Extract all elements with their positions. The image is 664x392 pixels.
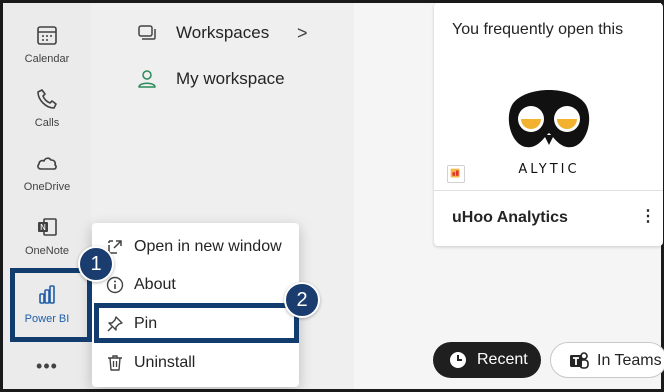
highlight-pin [94, 303, 299, 343]
onenote-icon: N [38, 218, 57, 236]
rail-item-calendar[interactable]: Calendar [3, 23, 91, 65]
filter-in-teams-button[interactable]: In Teams [550, 342, 664, 378]
workspaces-icon [138, 25, 156, 40]
nav-label-workspaces: Workspaces [176, 23, 270, 42]
rail-item-onedrive[interactable]: OneDrive [3, 151, 91, 193]
person-icon [138, 70, 156, 88]
chevron-right-icon: > [297, 22, 308, 43]
rail-label-onenote: OneNote [24, 245, 70, 257]
rail-label-onedrive: OneDrive [23, 181, 71, 193]
logo-text: ALYTIC [518, 162, 579, 177]
more-apps-button[interactable]: ••• [3, 356, 91, 377]
nav-label-my-workspace: My workspace [176, 69, 285, 88]
rail-item-calls[interactable]: Calls [3, 87, 91, 129]
svg-text:N: N [40, 223, 46, 232]
filter-recent-label: Recent [477, 351, 528, 368]
menu-label-about: About [134, 276, 176, 293]
phone-icon [37, 89, 57, 109]
menu-item-about[interactable]: About [92, 267, 299, 303]
main-content: You frequently open this ALYTIC uHoo Ana… [354, 3, 664, 389]
rail-item-onenote[interactable]: N OneNote [3, 215, 91, 257]
uhoo-owl-logo: ALYTIC [499, 77, 599, 177]
menu-item-uninstall[interactable]: Uninstall [92, 345, 299, 381]
card-divider [434, 190, 663, 191]
card-hint-text: You frequently open this [452, 21, 624, 38]
card-title: uHoo Analytics [452, 209, 568, 226]
app-badge-icon [447, 165, 465, 183]
trash-icon [108, 355, 122, 371]
nav-item-my-workspace[interactable]: My workspace [91, 63, 354, 95]
app-card[interactable]: You frequently open this ALYTIC uHoo Ana… [434, 3, 663, 246]
filter-recent-button[interactable]: Recent [433, 342, 541, 378]
menu-item-open-in-new-window[interactable]: Open in new window [92, 229, 299, 265]
menu-label-uninstall: Uninstall [134, 354, 196, 371]
highlight-power-bi [10, 268, 92, 342]
calendar-icon [37, 26, 57, 45]
more-options-icon[interactable]: ⋮ [640, 206, 656, 226]
teams-icon [570, 352, 589, 369]
filter-in-teams-label: In Teams [597, 352, 662, 369]
info-icon [106, 276, 124, 294]
rail-label-calendar: Calendar [24, 53, 70, 65]
step-badge-2: 2 [284, 282, 320, 318]
nav-item-workspaces[interactable]: Workspaces > [91, 17, 354, 49]
cloud-icon [37, 157, 57, 170]
step-badge-1: 1 [78, 246, 114, 282]
menu-label-open-in-new-window: Open in new window [134, 238, 282, 255]
rail-label-calls: Calls [34, 117, 60, 129]
clock-icon [450, 352, 466, 368]
